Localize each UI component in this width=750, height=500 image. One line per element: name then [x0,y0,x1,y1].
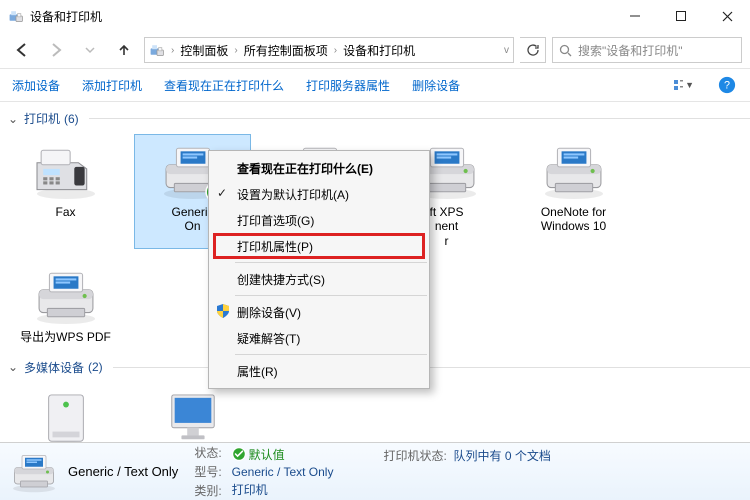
check-circle-icon [232,447,246,461]
command-toolbar: 添加设备 添加打印机 查看现在正在打印什么 打印服务器属性 删除设备 ▼ [0,68,750,102]
check-icon: ✓ [217,186,227,200]
group-header-printers[interactable]: ⌄ 打印机 (6) [8,110,750,127]
ctx-remove[interactable]: 删除设备(V) [209,299,429,325]
fax-icon [32,142,100,200]
view-options-button[interactable]: ▼ [672,74,694,96]
group-count: (2) [88,360,103,374]
breadcrumb[interactable]: 控制面板 [180,42,228,59]
server-icon [39,388,93,442]
status-class-key: 类别: [194,484,221,498]
monitor-icon [166,388,220,442]
status-model-key: 型号: [194,465,221,479]
shield-icon [215,303,231,319]
address-bar[interactable]: › 控制面板 › 所有控制面板项 › 设备和打印机 v [144,37,514,63]
content-area: ⌄ 打印机 (6) Fax GenericOn ft XPS nent r On… [0,102,750,442]
device-administrator[interactable]: Administrator的 [8,384,123,442]
device-vihomemedias[interactable]: VihomeMediaS [135,384,250,442]
status-queue-key: 打印机状态: [383,449,446,463]
ctx-troubleshoot[interactable]: 疑难解答(T) [209,325,429,351]
ctx-properties[interactable]: 属性(R) [209,358,429,384]
device-label: Fax [55,205,75,219]
recent-dropdown[interactable] [76,36,104,64]
chevron-right-icon: › [171,45,174,56]
device-wps-pdf[interactable]: 导出为WPS PDF [8,260,123,344]
device-fax[interactable]: Fax [8,135,123,248]
chevron-right-icon: › [234,45,237,56]
server-props-cmd[interactable]: 打印服务器属性 [306,77,390,94]
context-menu: 查看现在正在打印什么(E) ✓设置为默认打印机(A) 打印首选项(G) 打印机属… [208,150,430,389]
printer-icon [540,142,608,200]
remove-device-cmd[interactable]: 删除设备 [412,77,460,94]
back-button[interactable] [8,36,36,64]
status-state-val: 默认值 [232,446,334,463]
maximize-button[interactable] [658,0,704,32]
ctx-set-default[interactable]: ✓设置为默认打印机(A) [209,181,429,207]
up-button[interactable] [110,36,138,64]
help-button[interactable] [716,74,738,96]
close-button[interactable] [704,0,750,32]
minimize-button[interactable] [612,0,658,32]
multimedia-grid: Administrator的 VihomeMediaS [8,384,750,442]
status-thumbnail [10,451,58,493]
refresh-button[interactable] [520,37,546,63]
add-device-cmd[interactable]: 添加设备 [12,77,60,94]
window-title: 设备和打印机 [30,8,612,25]
printer-icon [32,267,100,325]
devices-printers-icon [8,8,24,24]
ctx-see-queue[interactable]: 查看现在正在打印什么(E) [209,155,429,181]
navbar: › 控制面板 › 所有控制面板项 › 设备和打印机 v 搜索"设备和打印机" [0,32,750,68]
chevron-down-icon: ⌄ [8,360,20,374]
address-root-icon [149,42,165,58]
status-name: Generic / Text Only [68,464,178,479]
device-label: 导出为WPS PDF [20,330,111,344]
group-title: 多媒体设备 [24,359,84,376]
breadcrumb[interactable]: 所有控制面板项 [244,42,328,59]
status-model-val: Generic / Text Only [232,465,334,479]
add-printer-cmd[interactable]: 添加打印机 [82,77,142,94]
ctx-printer-props[interactable]: 打印机属性(P) [209,233,429,259]
device-onenote[interactable]: OneNote for Windows 10 [516,135,631,248]
status-bar: Generic / Text Only 状态: 型号: 类别: 默认值 Gene… [0,442,750,500]
status-queue-val: 队列中有 0 个文档 [454,449,551,463]
forward-button[interactable] [42,36,70,64]
search-icon [559,44,572,57]
status-class-val: 打印机 [232,481,334,498]
group-count: (6) [64,112,79,126]
device-label: OneNote for Windows 10 [516,205,631,234]
breadcrumb[interactable]: 设备和打印机 [343,42,415,59]
device-label: ft XPS nent r [429,205,463,248]
address-dropdown[interactable]: v [504,45,509,56]
search-input[interactable]: 搜索"设备和打印机" [552,37,742,63]
chevron-right-icon: › [334,45,337,56]
search-placeholder: 搜索"设备和打印机" [578,42,683,59]
ctx-preferences[interactable]: 打印首选项(G) [209,207,429,233]
see-queue-cmd[interactable]: 查看现在正在打印什么 [164,77,284,94]
group-title: 打印机 [24,110,60,127]
titlebar: 设备和打印机 [0,0,750,32]
status-state-key: 状态: [194,446,221,460]
chevron-down-icon: ⌄ [8,112,20,126]
ctx-create-shortcut[interactable]: 创建快捷方式(S) [209,266,429,292]
